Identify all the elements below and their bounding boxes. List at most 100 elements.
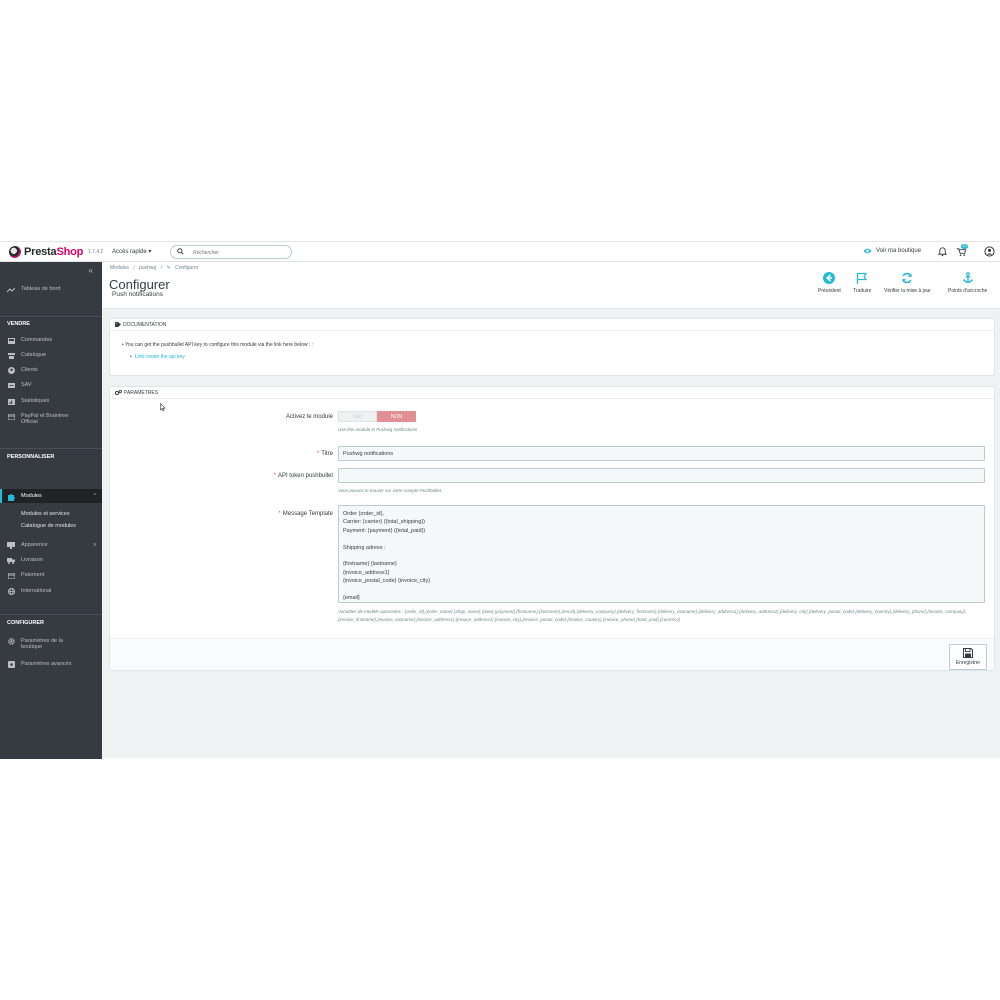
cogs-icon	[115, 390, 122, 395]
sidebar: « Tableau de bord VENDRE Commandes Catal…	[0, 262, 102, 759]
sidebar-item-label: Livraison	[21, 557, 44, 563]
back-button[interactable]: Précédent	[818, 272, 841, 294]
sidebar-item-label: Clients	[21, 367, 38, 373]
chevron-up-icon: ^	[93, 493, 96, 499]
sidebar-item-label: SAV	[21, 382, 32, 388]
settings-box-icon	[7, 661, 15, 668]
page-subtitle: Push notifications	[112, 291, 163, 298]
documentation-heading: DOCUMENTATION	[110, 319, 994, 331]
api-token-input[interactable]	[338, 468, 985, 483]
api-token-help: Vous pouvez le trouver sur votre compte …	[338, 488, 443, 493]
page-title: Configurer	[109, 277, 170, 292]
enable-module-switch[interactable]: OUI NON	[338, 411, 416, 422]
section-customize: PERSONNALISER	[7, 454, 55, 460]
view-shop-label: Voir ma boutique	[876, 248, 922, 254]
sidebar-item-label: Paiement	[21, 572, 45, 578]
globe-icon	[7, 588, 15, 595]
translate-label: Traduire	[853, 288, 872, 294]
sidebar-item-payment[interactable]: Paiement	[7, 572, 44, 579]
sidebar-subitem-modules-catalog[interactable]: Catalogue de modules	[21, 523, 76, 529]
sidebar-item-label: Tableau de bord	[21, 286, 61, 292]
switch-no[interactable]: NON	[377, 411, 416, 422]
check-update-label: Vérifier la mise à jour	[884, 288, 931, 294]
sidebar-item-label: PayPal et Braintree Official	[21, 413, 69, 425]
top-header: PrestaShop 1.7.4.2 Accès rapide ▾ Voir m…	[0, 242, 1000, 262]
search-icon	[177, 248, 184, 255]
breadcrumb-current: Configurer	[175, 265, 199, 271]
bell-icon[interactable]	[937, 246, 948, 257]
message-template-label: * Message Template	[278, 511, 333, 517]
version-label: 1.7.4.2	[88, 249, 104, 255]
sidebar-item-orders[interactable]: Commandes	[7, 337, 52, 344]
save-button[interactable]: Enregistrer	[949, 644, 987, 670]
account-circle-icon	[7, 367, 15, 374]
sidebar-item-catalog[interactable]: Catalogue	[7, 352, 46, 359]
quick-access-dropdown[interactable]: Accès rapide ▾	[112, 248, 151, 255]
sidebar-item-international[interactable]: International	[7, 588, 51, 595]
sidebar-item-stats[interactable]: Statistiques	[7, 398, 49, 405]
sidebar-item-label: Paramètres de la boutique	[21, 638, 63, 650]
breadcrumb-module[interactable]: pushwg	[139, 265, 156, 271]
chat-icon	[7, 382, 15, 389]
eye-icon	[863, 248, 872, 254]
message-template-textarea[interactable]: Order {order_id}, Carrier: {carrier} ({t…	[338, 505, 985, 603]
sidebar-item-paypal[interactable]: PayPal et Braintree Official	[7, 413, 68, 425]
translate-button[interactable]: Traduire	[853, 272, 871, 294]
title-input[interactable]	[338, 446, 985, 461]
truck-icon	[7, 557, 15, 564]
documentation-panel: DOCUMENTATION • You can get the pushbull…	[109, 318, 995, 376]
search-box[interactable]	[170, 245, 292, 259]
sidebar-item-label: Commandes	[21, 337, 53, 343]
section-sell: VENDRE	[7, 321, 30, 327]
documentation-text: • You can get the pushbullet API key to …	[122, 342, 314, 348]
arrow-left-circle-icon	[823, 272, 836, 284]
admin-app: PrestaShop 1.7.4.2 Accès rapide ▾ Voir m…	[0, 241, 1000, 759]
sidebar-item-label: Apparence	[21, 542, 48, 548]
sidebar-item-shop-parameters[interactable]: Paramètres de la boutique	[7, 638, 63, 650]
sidebar-item-dashboard[interactable]: Tableau de bord	[7, 286, 60, 293]
hooks-label: Points d'accroche	[948, 288, 988, 294]
panel-footer: Enregistrer	[110, 638, 994, 670]
hooks-button[interactable]: Points d'accroche	[948, 272, 987, 294]
check-update-button[interactable]: Vérifier la mise à jour	[884, 272, 931, 294]
view-shop-link[interactable]: Voir ma boutique	[863, 248, 921, 254]
sidebar-item-shipping[interactable]: Livraison	[7, 557, 43, 564]
sidebar-item-appearance[interactable]: Apparence	[7, 542, 48, 549]
sidebar-item-label: Catalogue	[21, 352, 47, 358]
bar-chart-icon	[7, 398, 15, 405]
user-account-icon[interactable]	[984, 246, 995, 257]
sidebar-item-support[interactable]: SAV	[7, 382, 32, 389]
prestashop-logo[interactable]: PrestaShop	[9, 246, 83, 258]
template-variables-help: Variables de modèle autorisées : {order_…	[338, 609, 967, 622]
flag-icon	[857, 272, 868, 284]
sidebar-subitem-modules-services[interactable]: Modules et services	[21, 511, 70, 517]
sidebar-item-label: Paramètres avancés	[21, 661, 72, 667]
floppy-disk-icon	[963, 648, 973, 658]
payment-icon	[7, 572, 15, 579]
chevron-down-icon: v	[93, 542, 97, 548]
parameters-panel: PARAMÈTRES Activez le module OUI NON Use…	[109, 386, 995, 671]
breadcrumb-modules[interactable]: Modules	[110, 265, 129, 271]
api-key-link[interactable]: Link create the api key	[134, 354, 185, 360]
sidebar-item-label: International	[21, 588, 52, 594]
section-configure: CONFIGURER	[7, 620, 44, 626]
search-input[interactable]	[193, 248, 283, 257]
switch-yes[interactable]: OUI	[338, 411, 377, 422]
mouse-cursor-icon	[160, 403, 166, 411]
trending-up-icon	[7, 286, 15, 293]
refresh-icon	[902, 272, 913, 284]
sidebar-item-label: Modules	[21, 493, 42, 499]
sidebar-item-label: Statistiques	[21, 398, 50, 404]
page-head: Modules / pushwg / ✎ Configurer Configur…	[102, 262, 1000, 309]
prestashop-logo-icon	[9, 246, 21, 258]
enable-module-help: Use this module in Pushwg notifications	[338, 427, 418, 432]
save-label: Enregistrer	[955, 660, 981, 666]
wrench-icon: ✎	[166, 265, 171, 271]
enable-module-label: Activez le module	[285, 414, 333, 420]
sidebar-item-customers[interactable]: Clients	[7, 367, 38, 374]
collapse-sidebar-icon[interactable]: «	[89, 266, 93, 275]
sidebar-item-modules[interactable]: Modules	[7, 493, 42, 501]
puzzle-icon	[7, 493, 15, 501]
sidebar-item-advanced-parameters[interactable]: Paramètres avancés	[7, 661, 71, 668]
anchor-icon	[962, 272, 973, 283]
